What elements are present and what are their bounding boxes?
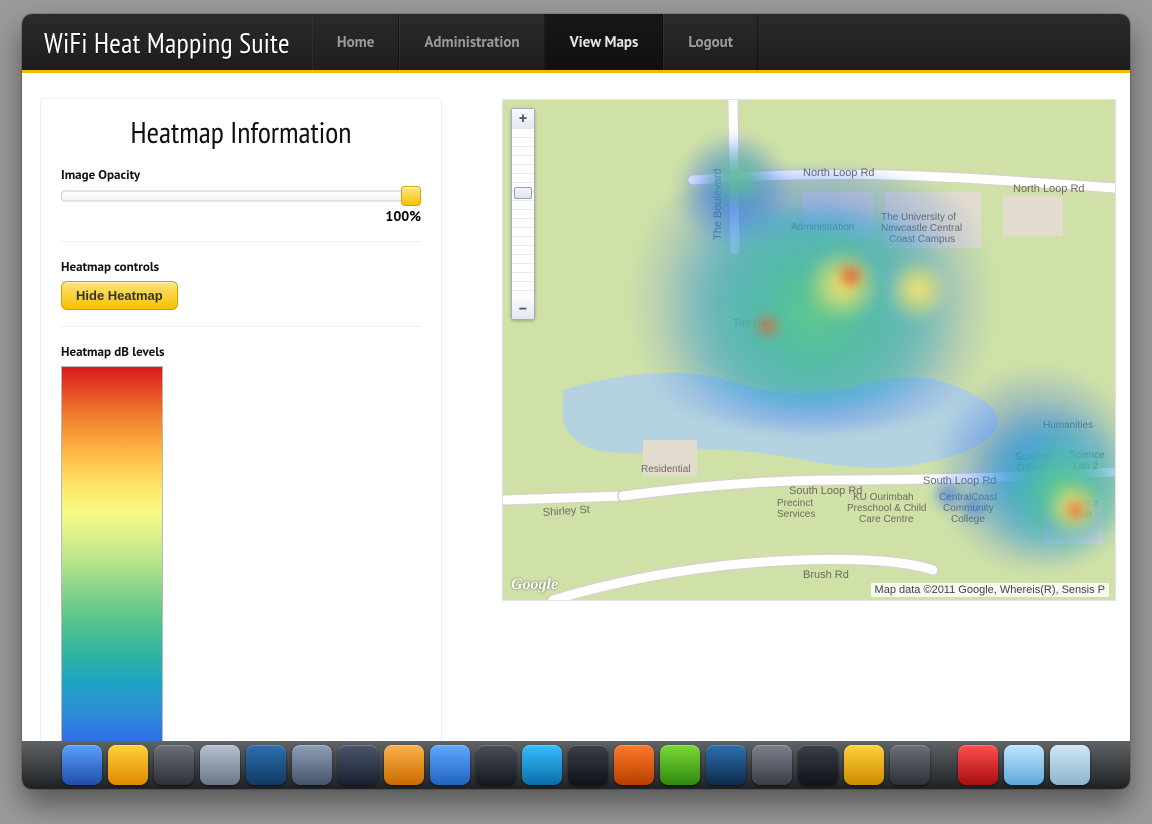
dock-app-icon[interactable] bbox=[958, 745, 998, 785]
dock-app-icon[interactable] bbox=[384, 745, 424, 785]
nav-administration[interactable]: Administration bbox=[399, 14, 544, 70]
dock-app-icon[interactable] bbox=[1050, 745, 1090, 785]
divider bbox=[61, 241, 421, 242]
map-zoom-control: + − bbox=[511, 108, 535, 320]
zoom-slider-thumb[interactable] bbox=[514, 187, 532, 199]
nav-home[interactable]: Home bbox=[312, 14, 400, 70]
dock-app-icon[interactable] bbox=[62, 745, 102, 785]
os-dock bbox=[22, 741, 1130, 789]
divider bbox=[61, 326, 421, 327]
nav-view-maps[interactable]: View Maps bbox=[545, 14, 664, 70]
nav-logout[interactable]: Logout bbox=[663, 14, 758, 70]
dock-app-icon[interactable] bbox=[890, 745, 930, 785]
heatmap-overlay bbox=[503, 100, 1115, 600]
opacity-slider-track bbox=[61, 191, 421, 202]
dock-app-icon[interactable] bbox=[614, 745, 654, 785]
dock-app-icon[interactable] bbox=[660, 745, 700, 785]
app-header: WiFi Heat Mapping Suite Home Administrat… bbox=[22, 14, 1130, 73]
dock-app-icon[interactable] bbox=[108, 745, 148, 785]
legend-label: Heatmap dB levels bbox=[61, 343, 421, 360]
dock-app-icon[interactable] bbox=[246, 745, 286, 785]
dock-app-icon[interactable] bbox=[752, 745, 792, 785]
dock-app-icon[interactable] bbox=[1004, 745, 1044, 785]
dock-app-icon[interactable] bbox=[292, 745, 332, 785]
opacity-slider-thumb[interactable] bbox=[401, 186, 421, 206]
sidebar-title: Heatmap Information bbox=[61, 113, 421, 152]
dock-app-icon[interactable] bbox=[200, 745, 240, 785]
zoom-slider[interactable] bbox=[512, 129, 534, 299]
opacity-slider[interactable] bbox=[61, 189, 421, 203]
sidebar-panel: Heatmap Information Image Opacity 100% H… bbox=[40, 98, 442, 789]
map-attribution: Map data ©2011 Google, Whereis(R), Sensi… bbox=[871, 583, 1109, 597]
app-body: Heatmap Information Image Opacity 100% H… bbox=[22, 73, 1130, 789]
dock-app-icon[interactable] bbox=[798, 745, 838, 785]
dock-app-icon[interactable] bbox=[338, 745, 378, 785]
zoom-in-button[interactable]: + bbox=[512, 109, 534, 129]
opacity-value: 100% bbox=[61, 207, 421, 225]
dock-app-icon[interactable] bbox=[154, 745, 194, 785]
dock-app-icon[interactable] bbox=[706, 745, 746, 785]
controls-label: Heatmap controls bbox=[61, 258, 421, 275]
browser-window: WiFi Heat Mapping Suite Home Administrat… bbox=[22, 14, 1130, 789]
dock-app-icon[interactable] bbox=[522, 745, 562, 785]
dock-app-icon[interactable] bbox=[844, 745, 884, 785]
main-nav: Home Administration View Maps Logout bbox=[312, 14, 758, 70]
app-title: WiFi Heat Mapping Suite bbox=[22, 24, 312, 61]
zoom-out-button[interactable]: − bbox=[512, 299, 534, 319]
stage: WiFi Heat Mapping Suite Home Administrat… bbox=[0, 0, 1152, 824]
opacity-label: Image Opacity bbox=[61, 166, 421, 183]
dock-app-icon[interactable] bbox=[430, 745, 470, 785]
db-legend-gradient bbox=[61, 366, 163, 773]
dock-app-icon[interactable] bbox=[476, 745, 516, 785]
hide-heatmap-button[interactable]: Hide Heatmap bbox=[61, 281, 178, 310]
map-provider-logo: Google bbox=[511, 576, 558, 594]
dock-app-icon[interactable] bbox=[568, 745, 608, 785]
map-canvas[interactable]: North Loop Rd North Loop Rd South Loop R… bbox=[502, 99, 1116, 601]
